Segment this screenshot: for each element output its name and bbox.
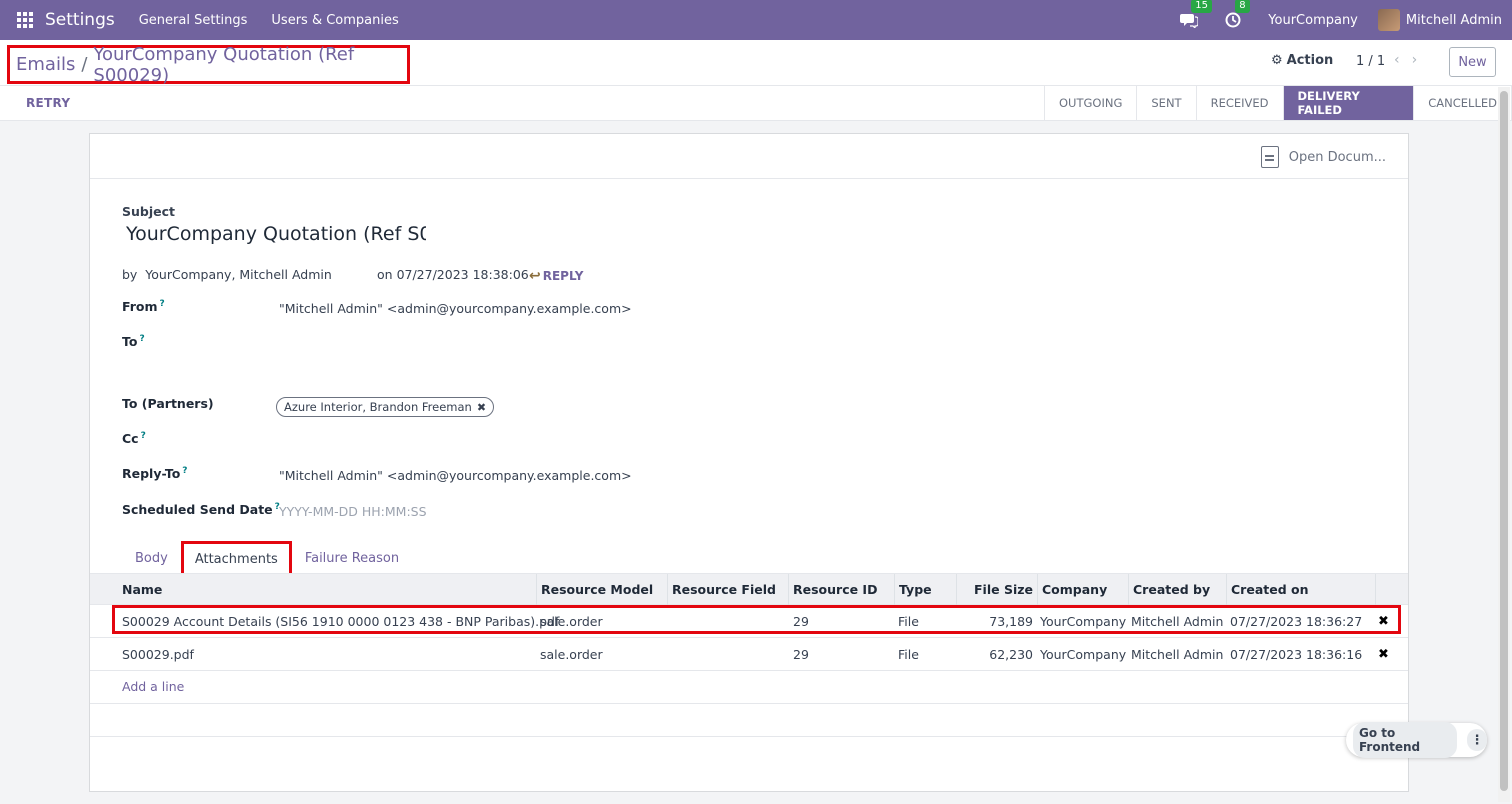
table-header: Name Resource Model Resource Field Resou… <box>90 573 1408 605</box>
to-partners-label: To (Partners) <box>122 396 214 411</box>
column-name[interactable]: Name <box>118 574 536 605</box>
go-to-frontend-button[interactable]: Go to Frontend <box>1353 722 1458 758</box>
cell-created-on: 07/27/2023 18:36:16 <box>1230 646 1363 662</box>
chevron-left-icon[interactable]: ‹ <box>1394 52 1412 68</box>
pager-value[interactable]: 1 / 1 <box>1356 54 1385 69</box>
cell-name[interactable]: S00029.pdf <box>122 638 194 670</box>
cell-resource-model: sale.order <box>540 646 603 662</box>
chat-icon <box>1180 14 1199 28</box>
status-stages: OUTGOING SENT RECEIVED DELIVERY FAILED C… <box>1044 86 1512 120</box>
top-navbar: Settings General Settings Users & Compan… <box>0 0 1512 40</box>
open-document-label: Open Docum... <box>1288 149 1386 165</box>
breadcrumb-emails-link[interactable]: Emails <box>16 54 75 75</box>
scheduled-date-input[interactable]: YYYY-MM-DD HH:MM:SS <box>279 504 427 519</box>
author-line: by YourCompany, Mitchell Admin <box>122 267 332 282</box>
menu-users-companies[interactable]: Users & Companies <box>271 13 398 28</box>
column-resource-field[interactable]: Resource Field <box>667 574 788 605</box>
reply-icon: ↩ <box>529 268 541 284</box>
app-title[interactable]: Settings <box>45 10 115 30</box>
activities-count-badge: 8 <box>1235 0 1250 13</box>
activities-button[interactable]: 8 <box>1224 0 1250 29</box>
cc-label: Cc? <box>122 431 146 447</box>
reply-to-label: Reply-To? <box>122 466 188 482</box>
scheduled-date-label: Scheduled Send Date? <box>122 502 280 518</box>
highlight-box <box>112 605 1401 634</box>
chevron-right-icon[interactable]: › <box>1412 52 1430 68</box>
gear-icon: ⚙ <box>1271 53 1283 68</box>
user-menu[interactable]: Mitchell Admin <box>1406 13 1502 28</box>
cell-file-size: 62,230 <box>989 646 1033 662</box>
messages-count-badge: 15 <box>1191 0 1213 13</box>
breadcrumb-separator: / <box>81 54 88 75</box>
action-button[interactable]: ⚙ Action <box>1271 53 1333 68</box>
date-value: 07/27/2023 18:38:06 <box>396 267 529 282</box>
menu-general-settings[interactable]: General Settings <box>139 13 248 28</box>
column-created-by[interactable]: Created by <box>1128 574 1226 605</box>
cell-type: File <box>898 646 919 662</box>
on-label: on <box>377 267 393 282</box>
partner-tag-label: Azure Interior, Brandon Freeman <box>284 400 472 414</box>
cell-company: YourCompany <box>1040 646 1127 662</box>
help-icon[interactable]: ? <box>182 466 187 476</box>
control-panel: Emails / YourCompany Quotation (Ref S000… <box>0 40 1512 86</box>
author-value: YourCompany, Mitchell Admin <box>145 267 332 282</box>
stage-delivery-failed[interactable]: DELIVERY FAILED <box>1283 86 1415 120</box>
help-icon[interactable]: ? <box>141 431 146 441</box>
status-bar: RETRY OUTGOING SENT RECEIVED DELIVERY FA… <box>0 86 1512 121</box>
scrollbar-thumb[interactable] <box>1500 91 1508 791</box>
breadcrumb-current: YourCompany Quotation (Ref S00029) <box>93 43 355 86</box>
subject-label: Subject <box>122 204 175 219</box>
to-label: To? <box>122 334 145 350</box>
column-resource-model[interactable]: Resource Model <box>536 574 667 605</box>
stage-sent[interactable]: SENT <box>1137 86 1197 120</box>
add-line-link[interactable]: Add a line <box>122 679 184 694</box>
cell-created-by: Mitchell Admin <box>1131 646 1224 662</box>
action-label: Action <box>1286 53 1334 68</box>
column-company[interactable]: Company <box>1037 574 1128 605</box>
form-sheet: Open Docum... Subject YourCompany Quotat… <box>89 133 1409 792</box>
delete-row-icon[interactable]: ✖ <box>1378 638 1389 670</box>
clock-icon <box>1225 12 1241 28</box>
scrollbar[interactable] <box>1498 87 1510 802</box>
help-icon[interactable]: ? <box>139 334 144 344</box>
partner-tag[interactable]: Azure Interior, Brandon Freeman ✖ <box>276 397 495 417</box>
company-switcher[interactable]: YourCompany <box>1268 13 1358 28</box>
frontend-widget: Go to Frontend ⋮ <box>1346 722 1487 758</box>
retry-button[interactable]: RETRY <box>26 96 70 110</box>
cell-resource-id: 29 <box>793 646 809 662</box>
date-line: on 07/27/2023 18:38:06 <box>377 267 529 282</box>
apps-grid-icon[interactable] <box>17 12 33 28</box>
column-actions <box>1375 574 1408 605</box>
column-created-on[interactable]: Created on <box>1226 574 1375 605</box>
by-label: by <box>122 267 138 282</box>
notebook-tabs: Body Attachments Failure Reason <box>122 539 412 578</box>
stage-received[interactable]: RECEIVED <box>1197 86 1284 120</box>
from-field[interactable]: "Mitchell Admin" <admin@yourcompany.exam… <box>279 301 632 316</box>
table-row[interactable]: S00029.pdf sale.order 29 File 62,230 You… <box>90 638 1408 671</box>
reply-label: REPLY <box>542 269 584 283</box>
messages-button[interactable]: 15 <box>1180 0 1213 29</box>
tab-failure-reason[interactable]: Failure Reason <box>292 542 412 575</box>
column-type[interactable]: Type <box>894 574 956 605</box>
tag-remove-icon[interactable]: ✖ <box>477 401 486 414</box>
user-avatar[interactable] <box>1377 9 1400 31</box>
more-options-icon[interactable]: ⋮ <box>1467 729 1487 751</box>
from-label: From? <box>122 299 165 315</box>
stage-outgoing[interactable]: OUTGOING <box>1045 86 1138 120</box>
tab-body[interactable]: Body <box>122 542 181 575</box>
column-resource-id[interactable]: Resource ID <box>788 574 894 605</box>
column-file-size[interactable]: File Size <box>956 574 1037 605</box>
button-box: Open Docum... <box>90 134 1408 179</box>
breadcrumb: Emails / YourCompany Quotation (Ref S000… <box>7 43 410 86</box>
reply-to-field[interactable]: "Mitchell Admin" <admin@yourcompany.exam… <box>279 468 632 483</box>
reply-button[interactable]: ↩ REPLY <box>529 268 583 284</box>
pager-arrows: ‹› <box>1394 52 1429 68</box>
table-footer <box>90 703 1408 737</box>
document-icon <box>1260 146 1279 168</box>
new-button[interactable]: New <box>1449 47 1496 77</box>
open-document-button[interactable]: Open Docum... <box>1260 146 1386 168</box>
help-icon[interactable]: ? <box>160 299 165 309</box>
subject-input[interactable]: YourCompany Quotation (Ref S00029) <box>126 223 426 245</box>
